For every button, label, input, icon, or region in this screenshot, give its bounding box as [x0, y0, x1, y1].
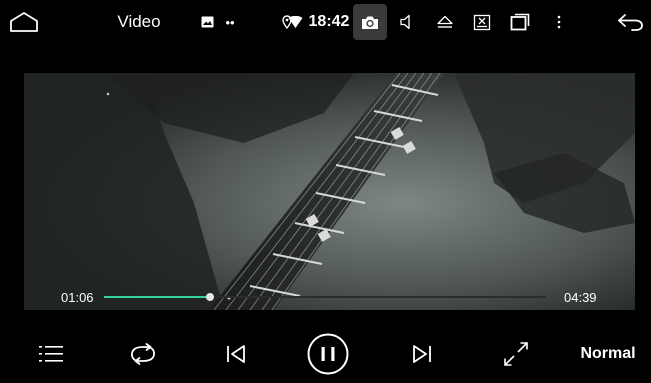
status-bar: Video •• 18:42 [0, 0, 651, 44]
camera-icon [353, 0, 387, 44]
home-icon [10, 12, 38, 32]
volume-icon [400, 14, 410, 30]
repeat-button[interactable] [124, 330, 162, 378]
video-frame-image [24, 73, 635, 310]
video-player-screen: Video •• 18:42 01:06 04:39 Normal [0, 0, 651, 383]
total-duration: 04:39 [564, 290, 597, 305]
recent-apps-icon [510, 13, 530, 31]
pause-icon [307, 333, 349, 375]
next-button[interactable] [406, 330, 438, 378]
back-button[interactable] [613, 0, 647, 44]
wifi-icon [285, 0, 305, 44]
seek-bar-progress [104, 296, 211, 298]
fullscreen-button[interactable] [498, 330, 534, 378]
seek-bar[interactable] [104, 293, 546, 301]
playback-mode-button[interactable]: Normal [576, 330, 640, 378]
more-notifications-dots: •• [225, 14, 235, 30]
eject-button[interactable] [433, 0, 457, 44]
app-title: Video [117, 12, 161, 31]
playlist-icon [39, 346, 63, 362]
previous-icon [227, 345, 245, 363]
back-icon [618, 14, 643, 31]
previous-button[interactable] [220, 330, 252, 378]
playlist-button[interactable] [32, 330, 70, 378]
video-surface[interactable] [24, 73, 635, 310]
screenshot-button[interactable] [470, 0, 494, 44]
clock: 18:42 [308, 13, 350, 30]
recent-apps-button[interactable] [507, 0, 533, 44]
home-button[interactable] [6, 0, 42, 44]
volume-button[interactable] [396, 0, 418, 44]
image-notification-icon [198, 0, 216, 44]
pause-button[interactable] [304, 330, 352, 378]
overflow-menu-button[interactable] [550, 0, 568, 44]
eject-icon [437, 15, 453, 28]
screenshot-icon [473, 14, 491, 30]
fullscreen-icon [504, 342, 528, 366]
next-icon [413, 345, 431, 363]
elapsed-time: 01:06 [61, 290, 94, 305]
more-vertical-icon [557, 15, 561, 29]
repeat-icon [131, 343, 155, 365]
